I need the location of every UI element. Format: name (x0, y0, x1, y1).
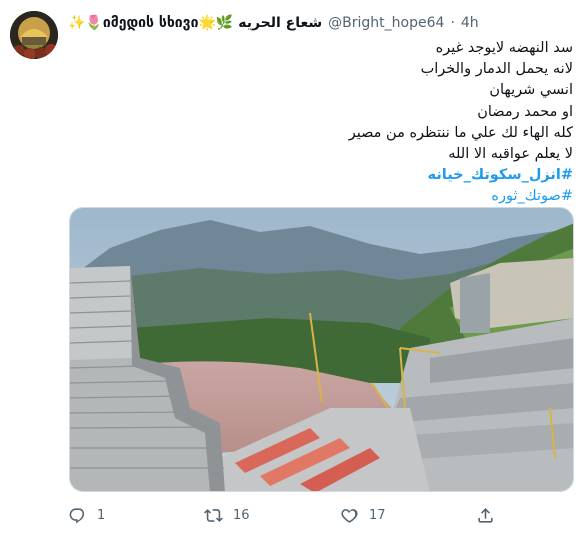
tweet-line: لانه يحمل الدمار والخراب (420, 61, 573, 78)
tweet-line: كله الهاء لك علي ما ننتظره من مصير (348, 124, 573, 141)
share-button[interactable] (476, 506, 495, 525)
reply-icon (68, 506, 87, 525)
heart-icon (340, 506, 359, 525)
share-icon (476, 506, 495, 525)
avatar[interactable] (10, 11, 58, 59)
timestamp[interactable]: 4h (461, 15, 479, 31)
dam-photo (70, 208, 573, 491)
user-handle[interactable]: @Bright_hope64 (328, 15, 444, 31)
display-name[interactable]: ✨🌷იმედის სხივი🌟🌿 شعاع الحريه (68, 15, 322, 31)
tweet-card[interactable]: ✨🌷იმედის სხივი🌟🌿 شعاع الحريه @Bright_hop… (0, 0, 587, 534)
tweet-line: انسي شريهان (489, 82, 573, 99)
retweet-count: 16 (233, 507, 250, 523)
retweet-button[interactable]: 16 (204, 506, 250, 525)
tweet-line: لا يعلم عواقبه الا الله (448, 146, 573, 163)
retweet-icon (204, 506, 223, 525)
tweet-actions: 1 16 17 (68, 503, 508, 527)
like-button[interactable]: 17 (340, 506, 386, 525)
hashtag-link[interactable]: #صوتك_ثوره (73, 186, 573, 207)
tweet-line: سد النهضه لايوجد غيره (435, 40, 573, 56)
like-count: 17 (369, 507, 386, 523)
avatar-image (10, 11, 58, 59)
hashtag-link[interactable]: #انزل_سكوتك_خيانه (73, 165, 573, 186)
separator-dot: · (450, 15, 455, 31)
tweet-header: ✨🌷იმედის სხივი🌟🌿 شعاع الحريه @Bright_hop… (68, 10, 573, 36)
tweet-text: سد النهضه لايوجد غيره لانه يحمل الدمار و… (73, 38, 573, 208)
reply-button[interactable]: 1 (68, 506, 105, 525)
tweet-photo[interactable] (69, 207, 574, 492)
reply-count: 1 (97, 507, 106, 523)
tweet-line: او محمد رمضان (477, 103, 573, 120)
